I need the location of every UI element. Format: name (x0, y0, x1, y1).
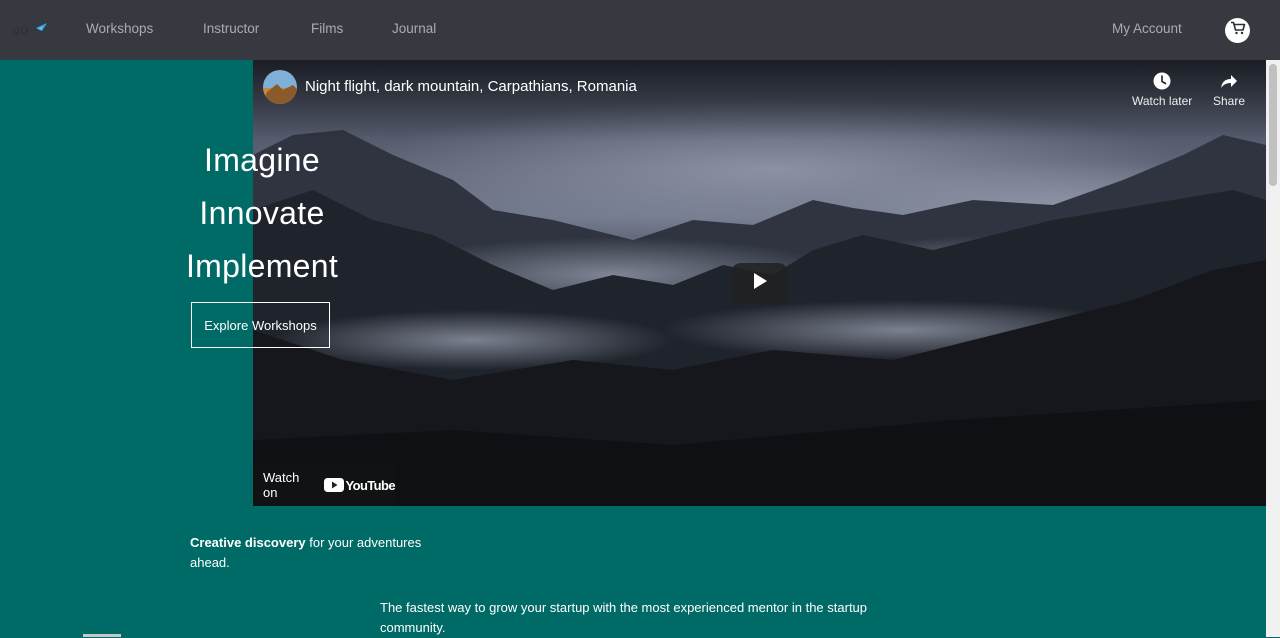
share-label: Share (1213, 94, 1246, 108)
share-button[interactable]: Share (1213, 72, 1245, 108)
watch-later-button[interactable]: Watch later (1132, 72, 1192, 108)
scrollbar-thumb[interactable] (1269, 64, 1277, 186)
hero-line-imagine: Imagine (204, 142, 320, 178)
channel-avatar[interactable] (263, 70, 297, 104)
play-icon (752, 272, 768, 295)
watch-later-label: Watch later (1132, 94, 1193, 108)
tagline: Creative discovery for your adventures a… (190, 533, 450, 573)
play-button[interactable] (731, 263, 788, 303)
top-navbar: go Workshops Instructor Films Journal My… (0, 0, 1280, 60)
video-title[interactable]: Night flight, dark mountain, Carpathians… (305, 78, 637, 95)
svg-text:go: go (12, 23, 28, 38)
shopping-cart-icon (1230, 21, 1246, 40)
youtube-logo-icon (323, 478, 344, 492)
hero-line-implement: Implement (185, 248, 339, 284)
bird-logo-icon[interactable]: go (12, 18, 52, 40)
my-account-link[interactable]: My Account (1112, 21, 1182, 36)
nav-workshops[interactable]: Workshops (86, 21, 153, 36)
tagline-bold: Creative discovery (190, 535, 306, 550)
youtube-wordmark: YouTube (345, 477, 396, 493)
watch-on-youtube-link[interactable]: Watch on YouTube (253, 464, 396, 506)
explore-workshops-button[interactable]: Explore Workshops (191, 302, 330, 348)
nav-instructor[interactable]: Instructor (203, 21, 259, 36)
nav-journal[interactable]: Journal (392, 21, 436, 36)
description-text: The fastest way to grow your startup wit… (380, 600, 868, 635)
hero-line-innovate: Innovate (199, 195, 325, 231)
share-arrow-icon (1213, 72, 1245, 92)
clock-icon (1132, 72, 1192, 92)
nav-films[interactable]: Films (311, 21, 343, 36)
youtube-video-embed[interactable]: Night flight, dark mountain, Carpathians… (253, 60, 1266, 506)
vertical-scrollbar[interactable] (1266, 60, 1280, 637)
watch-on-label: Watch on (263, 470, 300, 500)
cart-button[interactable] (1225, 18, 1250, 43)
